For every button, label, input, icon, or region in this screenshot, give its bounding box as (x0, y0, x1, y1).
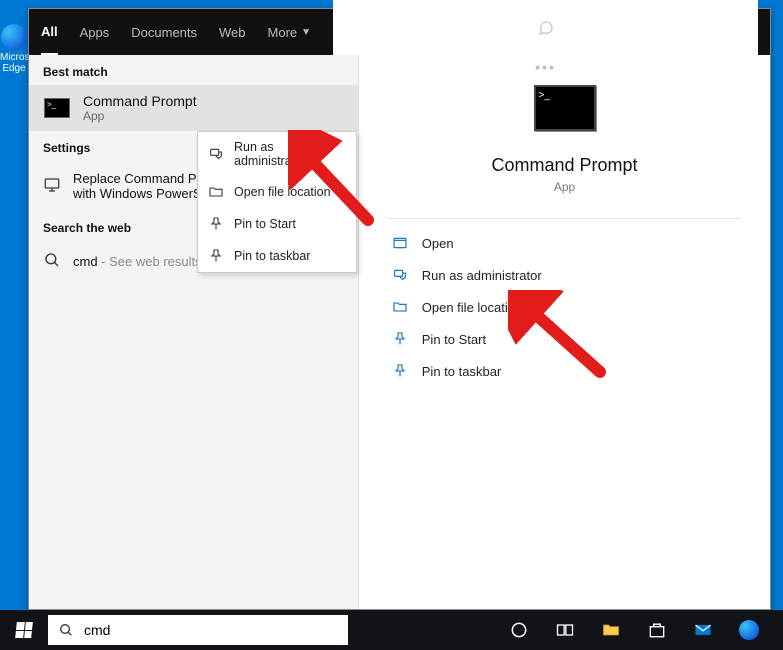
results-column: Best match Command Prompt App Settings R… (29, 55, 359, 609)
ctx-label: Open file location (234, 185, 331, 199)
store-icon (647, 620, 667, 640)
taskbar-edge[interactable] (729, 610, 769, 650)
action-label: Pin to Start (422, 332, 486, 347)
taskbar-cortana[interactable] (499, 610, 539, 650)
action-pin-to-start[interactable]: Pin to Start (388, 323, 741, 355)
taskbar-store[interactable] (637, 610, 677, 650)
shield-admin-icon (392, 267, 408, 283)
start-search-panel: All Apps Documents Web More ▼ ••• Best m… (28, 8, 771, 610)
action-label: Run as administrator (422, 268, 542, 283)
desktop-icon-label: Microsoft Edge (0, 52, 28, 74)
folder-icon (601, 620, 621, 640)
tab-all[interactable]: All (41, 9, 58, 55)
command-prompt-icon (44, 98, 70, 118)
action-label: Pin to taskbar (422, 364, 502, 379)
result-command-prompt[interactable]: Command Prompt App (29, 85, 358, 131)
chevron-down-icon: ▼ (301, 27, 311, 38)
windows-logo-icon (15, 622, 33, 638)
action-pin-to-taskbar[interactable]: Pin to taskbar (388, 355, 741, 387)
mail-icon (693, 620, 713, 640)
tab-more[interactable]: More ▼ (268, 9, 312, 55)
result-title: Command Prompt (83, 93, 197, 109)
taskbar-taskview[interactable] (545, 610, 585, 650)
start-button[interactable] (0, 610, 48, 650)
folder-icon (208, 184, 224, 200)
tab-more-label: More (268, 25, 298, 40)
ctx-open-file-location[interactable]: Open file location (198, 176, 356, 208)
tab-documents[interactable]: Documents (131, 9, 197, 55)
open-icon (392, 235, 408, 251)
search-icon (43, 251, 61, 272)
desktop-icon-edge[interactable]: Microsoft Edge (0, 24, 28, 74)
tab-apps[interactable]: Apps (80, 9, 110, 55)
preview-app-icon (534, 85, 596, 131)
circle-icon (509, 620, 529, 640)
search-scope-tabbar: All Apps Documents Web More ▼ ••• (29, 9, 770, 55)
action-open-file-location[interactable]: Open file location (388, 291, 741, 323)
edge-icon (1, 24, 27, 50)
pin-icon (392, 363, 408, 379)
ctx-label: Run as administrator (234, 140, 346, 168)
edge-icon (739, 620, 759, 640)
taskbar-mail[interactable] (683, 610, 723, 650)
taskview-icon (555, 620, 575, 640)
web-query-text: cmd (73, 254, 98, 269)
pin-icon (208, 216, 224, 232)
ctx-run-as-admin[interactable]: Run as administrator (198, 132, 356, 176)
options-icon[interactable]: ••• (535, 59, 556, 75)
preview-actions: Open Run as administrator Open file loca… (388, 227, 741, 387)
search-input[interactable] (84, 622, 338, 638)
ctx-label: Pin to taskbar (234, 249, 310, 263)
pin-icon (392, 331, 408, 347)
action-run-as-admin[interactable]: Run as administrator (388, 259, 741, 291)
folder-icon (392, 299, 408, 315)
monitor-icon (43, 176, 61, 197)
taskbar-file-explorer[interactable] (591, 610, 631, 650)
preview-subtitle: App (554, 180, 575, 194)
result-subtitle: App (83, 109, 197, 123)
shield-admin-icon (208, 146, 224, 162)
ctx-pin-to-taskbar[interactable]: Pin to taskbar (198, 240, 356, 272)
taskbar-pinned-apps (499, 610, 783, 650)
action-label: Open (422, 236, 454, 251)
ctx-label: Pin to Start (234, 217, 296, 231)
tab-web[interactable]: Web (219, 9, 246, 55)
ctx-pin-to-start[interactable]: Pin to Start (198, 208, 356, 240)
context-menu: Run as administrator Open file location … (197, 131, 357, 273)
pin-icon (208, 248, 224, 264)
feedback-icon[interactable] (538, 20, 554, 39)
action-label: Open file location (422, 300, 522, 315)
preview-title: Command Prompt (491, 155, 637, 176)
action-open[interactable]: Open (388, 227, 741, 259)
divider (388, 218, 741, 219)
search-icon (58, 622, 74, 638)
taskbar (0, 610, 783, 650)
preview-column: Command Prompt App Open Run as administr… (359, 55, 770, 609)
web-hint-text: - See web results (101, 254, 201, 269)
taskbar-search-box[interactable] (48, 615, 348, 645)
best-match-header: Best match (29, 55, 358, 85)
